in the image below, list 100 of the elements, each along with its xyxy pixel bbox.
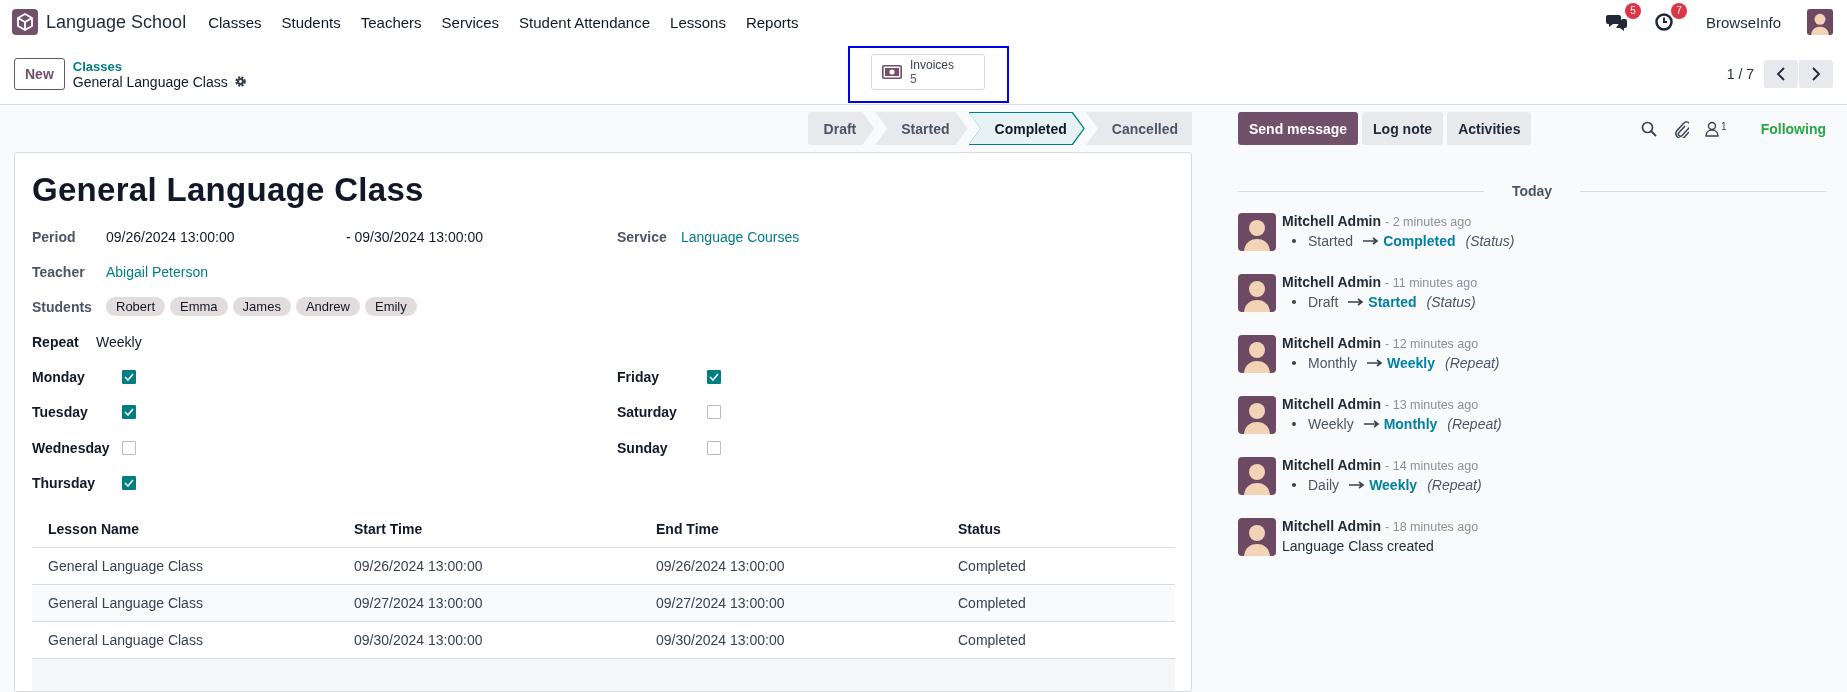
menu-item[interactable]: Reports	[745, 13, 799, 31]
follower-count: 1	[1721, 120, 1727, 132]
chevron-left-icon[interactable]	[1764, 60, 1798, 88]
message-time: - 2 minutes ago	[1385, 215, 1472, 229]
checkbox[interactable]	[122, 476, 136, 491]
checkbox[interactable]	[707, 369, 721, 384]
new-value: Weekly	[1369, 477, 1418, 493]
date-value: - 09/30/2024 13:00:00	[346, 228, 483, 245]
field-name: (Status)	[1465, 233, 1515, 249]
checkbox[interactable]	[122, 405, 136, 420]
avatar-icon	[1238, 274, 1276, 312]
avatar-icon	[1238, 213, 1276, 251]
column-header[interactable]: Start Time	[338, 511, 640, 548]
bullet-icon	[1292, 300, 1296, 304]
table-cell: Completed	[942, 621, 1175, 659]
status-step[interactable]: Completed	[968, 112, 1085, 145]
field-name: (Repeat)	[1427, 477, 1482, 493]
cube-logo-icon[interactable]	[12, 9, 38, 35]
app-name[interactable]: Language School	[46, 11, 187, 33]
table-cell: Completed	[942, 584, 1175, 622]
menu-item[interactable]: Classes	[208, 13, 262, 31]
service-link[interactable]: Language Courses	[681, 228, 800, 245]
author-name[interactable]: Mitchell Admin	[1282, 274, 1382, 290]
field-label: Students	[32, 298, 93, 315]
invoices-button[interactable]: Invoices 5	[871, 53, 986, 90]
message-body: Language Class created	[1282, 538, 1435, 554]
table-cell: General Language Class	[32, 584, 338, 622]
gear-icon[interactable]	[233, 75, 247, 88]
bullet-icon	[1292, 361, 1296, 365]
field-label: Repeat	[32, 333, 80, 350]
field-label: Teacher	[32, 263, 86, 280]
person-icon[interactable]	[1705, 120, 1720, 137]
new-button[interactable]: New	[14, 58, 65, 90]
day-label: Sunday	[617, 439, 669, 456]
menu-item[interactable]: Services	[441, 13, 500, 31]
table-cell: 09/30/2024 13:00:00	[338, 621, 640, 659]
column-header[interactable]: End Time	[640, 511, 942, 548]
paperclip-icon[interactable]	[1673, 119, 1690, 138]
author-name[interactable]: Mitchell Admin	[1282, 518, 1382, 534]
field-name: (Repeat)	[1445, 355, 1500, 371]
day-label: Tuesday	[32, 404, 89, 421]
old-value: Weekly	[1308, 416, 1354, 432]
avatar-icon	[1238, 518, 1276, 556]
message-time: - 18 minutes ago	[1385, 520, 1479, 534]
student-tag[interactable]: Emily	[364, 297, 417, 316]
menu-item[interactable]: Students	[281, 13, 341, 31]
record-title: General Language Class	[32, 171, 425, 209]
status-step[interactable]: Cancelled	[1085, 112, 1192, 145]
old-value: Daily	[1308, 477, 1340, 493]
student-tag[interactable]: Andrew	[295, 297, 360, 316]
column-header[interactable]: Status	[942, 511, 1175, 548]
checkbox[interactable]	[122, 440, 136, 455]
author-name[interactable]: Mitchell Admin	[1282, 213, 1382, 229]
arrow-icon	[1349, 481, 1366, 489]
field-label: Period	[32, 228, 77, 245]
notification-badge: 5	[1624, 3, 1641, 19]
table-cell: General Language Class	[32, 621, 338, 659]
message-time: - 12 minutes ago	[1385, 337, 1479, 351]
new-value: Started	[1368, 294, 1417, 310]
checkbox[interactable]	[707, 440, 721, 455]
menu-item[interactable]: Lessons	[670, 13, 726, 31]
chat-icon[interactable]	[1605, 12, 1628, 32]
author-name[interactable]: Mitchell Admin	[1282, 335, 1382, 351]
student-tag[interactable]: Robert	[106, 297, 166, 316]
chatter-button[interactable]: Send message	[1238, 112, 1359, 145]
clock-icon[interactable]	[1653, 12, 1674, 32]
chatter-button[interactable]: Activities	[1447, 112, 1532, 145]
date-separator: Today	[1510, 183, 1554, 199]
banknote-icon	[882, 64, 902, 79]
chevron-right-icon[interactable]	[1799, 60, 1833, 88]
company-name[interactable]: BrowseInfo	[1705, 13, 1781, 31]
avatar-icon	[1238, 457, 1276, 495]
search-icon[interactable]	[1641, 120, 1658, 137]
status-step[interactable]: Started	[875, 112, 968, 145]
author-name[interactable]: Mitchell Admin	[1282, 396, 1382, 412]
teacher-link[interactable]: Abigail Peterson	[106, 263, 208, 280]
avatar-icon	[1238, 396, 1276, 434]
column-header[interactable]: Lesson Name	[32, 511, 338, 548]
student-tag[interactable]: James	[232, 297, 291, 316]
status-step[interactable]: Draft	[807, 112, 875, 145]
field-name: (Status)	[1426, 294, 1476, 310]
chatter-button[interactable]: Log note	[1362, 112, 1444, 145]
student-tag[interactable]: Emma	[170, 297, 228, 316]
day-label: Friday	[617, 368, 660, 385]
message-time: - 13 minutes ago	[1385, 398, 1479, 412]
arrow-icon	[1348, 298, 1365, 306]
table-cell: 09/27/2024 13:00:00	[640, 584, 942, 622]
checkbox[interactable]	[707, 405, 721, 420]
menu-item[interactable]: Teachers	[360, 13, 422, 31]
author-name[interactable]: Mitchell Admin	[1282, 457, 1382, 473]
breadcrumb-link[interactable]: Classes	[72, 58, 247, 74]
table-cell: 09/30/2024 13:00:00	[640, 621, 942, 659]
new-value: Completed	[1383, 233, 1456, 249]
arrow-icon	[1367, 359, 1384, 367]
repeat-value: Weekly	[96, 333, 142, 350]
checkbox[interactable]	[122, 369, 136, 384]
avatar-icon[interactable]	[1807, 9, 1833, 35]
day-label: Saturday	[617, 404, 678, 421]
arrow-icon	[1363, 237, 1380, 245]
menu-item[interactable]: Student Attendance	[519, 13, 651, 31]
